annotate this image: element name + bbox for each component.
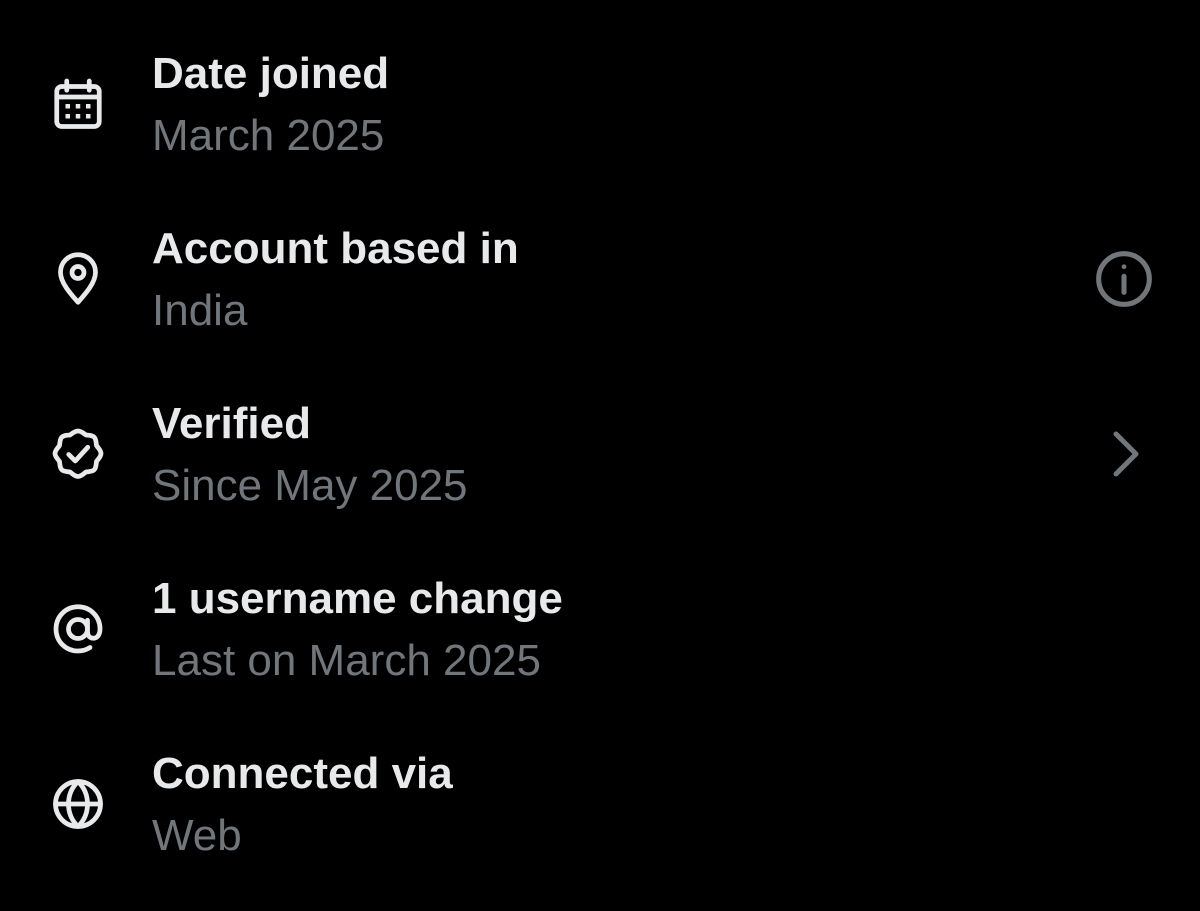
list-item-account-based-in: Account based in India	[0, 223, 1200, 373]
chevron-right-icon[interactable]	[1092, 422, 1156, 486]
item-subtitle: Since May 2025	[152, 461, 468, 510]
list-item-date-joined: Date joined March 2025	[0, 48, 1200, 198]
item-subtitle: Web	[152, 811, 242, 860]
list-item-connected-via: Connected via Web	[0, 748, 1200, 898]
calendar-icon	[48, 74, 108, 134]
location-pin-icon	[48, 249, 108, 309]
at-sign-icon	[48, 599, 108, 659]
list-item-username-change: 1 username change Last on March 2025	[0, 573, 1200, 723]
item-title: Verified	[152, 399, 311, 448]
item-subtitle: Last on March 2025	[152, 636, 541, 685]
info-icon[interactable]	[1092, 247, 1156, 311]
item-title: Date joined	[152, 49, 390, 98]
item-subtitle: March 2025	[152, 111, 385, 160]
item-title: Account based in	[152, 224, 519, 273]
globe-icon	[48, 774, 108, 834]
item-subtitle: India	[152, 286, 248, 335]
item-title: 1 username change	[152, 574, 563, 623]
list-item-verified[interactable]: Verified Since May 2025	[0, 398, 1200, 548]
item-title: Connected via	[152, 749, 453, 798]
verified-badge-icon	[48, 424, 108, 484]
